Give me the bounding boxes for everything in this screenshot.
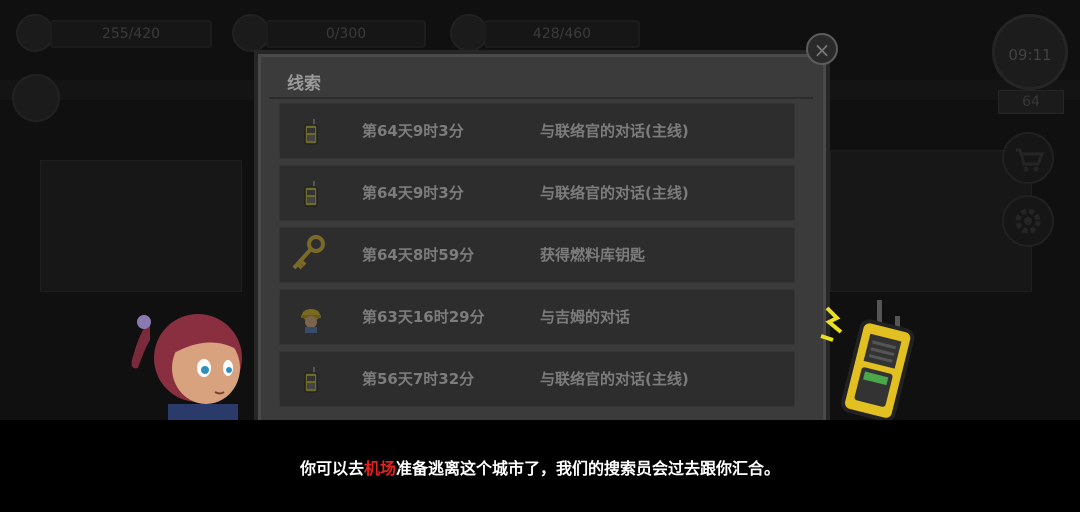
clue-description: 与联络官的对话(主线) xyxy=(540,184,689,202)
title-divider xyxy=(269,97,813,99)
walkie-talkie-icon xyxy=(820,300,915,422)
speaker-portrait xyxy=(131,314,242,420)
clues-panel: 线索 第64天9时3分 与联络官的对话(主线) 第64天9时3分 与联络官的对话(主线… xyxy=(258,54,826,423)
dialogue-highlight-location: 机场 xyxy=(363,459,396,478)
dialogue-box[interactable]: 你可以去机场准备逃离这个城市了，我们的搜索员会过去跟你汇合。 xyxy=(0,420,1080,512)
key-icon xyxy=(288,234,325,270)
clue-time: 第64天9时3分 xyxy=(362,122,464,140)
hardhat-man-icon xyxy=(296,303,326,333)
panel-title: 线索 xyxy=(287,74,321,94)
clue-description: 与联络官的对话(主线) xyxy=(540,122,689,140)
clues-list: 第64天9时3分 与联络官的对话(主线) 第64天9时3分 与联络官的对话(主线) 第6… xyxy=(279,103,795,413)
close-button[interactable]: × xyxy=(806,33,838,65)
dialogue-text-after: 准备逃离这个城市了，我们的搜索员会过去跟你汇合。 xyxy=(396,459,781,478)
clue-entry[interactable]: 第64天8时59分 获得燃料库钥匙 xyxy=(279,227,795,283)
walkie-talkie-icon xyxy=(296,179,326,209)
clue-time: 第64天9时3分 xyxy=(362,184,464,202)
clue-time: 第64天8时59分 xyxy=(362,246,475,264)
clue-description: 与吉姆的对话 xyxy=(540,308,631,326)
clue-entry[interactable]: 第64天9时3分 与联络官的对话(主线) xyxy=(279,103,795,159)
dialogue-text-before: 你可以去 xyxy=(299,459,364,478)
dialogue-text: 你可以去机场准备逃离这个城市了，我们的搜索员会过去跟你汇合。 xyxy=(0,455,1080,479)
clue-description: 获得燃料库钥匙 xyxy=(540,246,646,264)
clue-entry[interactable]: 第64天9时3分 与联络官的对话(主线) xyxy=(279,165,795,221)
clue-time: 第56天7时32分 xyxy=(362,370,475,388)
walkie-talkie-icon xyxy=(296,117,326,147)
clue-description: 与联络官的对话(主线) xyxy=(540,370,689,388)
walkie-talkie-icon xyxy=(296,365,326,395)
clue-entry[interactable]: 第63天16时29分 与吉姆的对话 xyxy=(279,289,795,345)
clue-time: 第63天16时29分 xyxy=(362,308,485,326)
clue-entry[interactable]: 第56天7时32分 与联络官的对话(主线) xyxy=(279,351,795,407)
